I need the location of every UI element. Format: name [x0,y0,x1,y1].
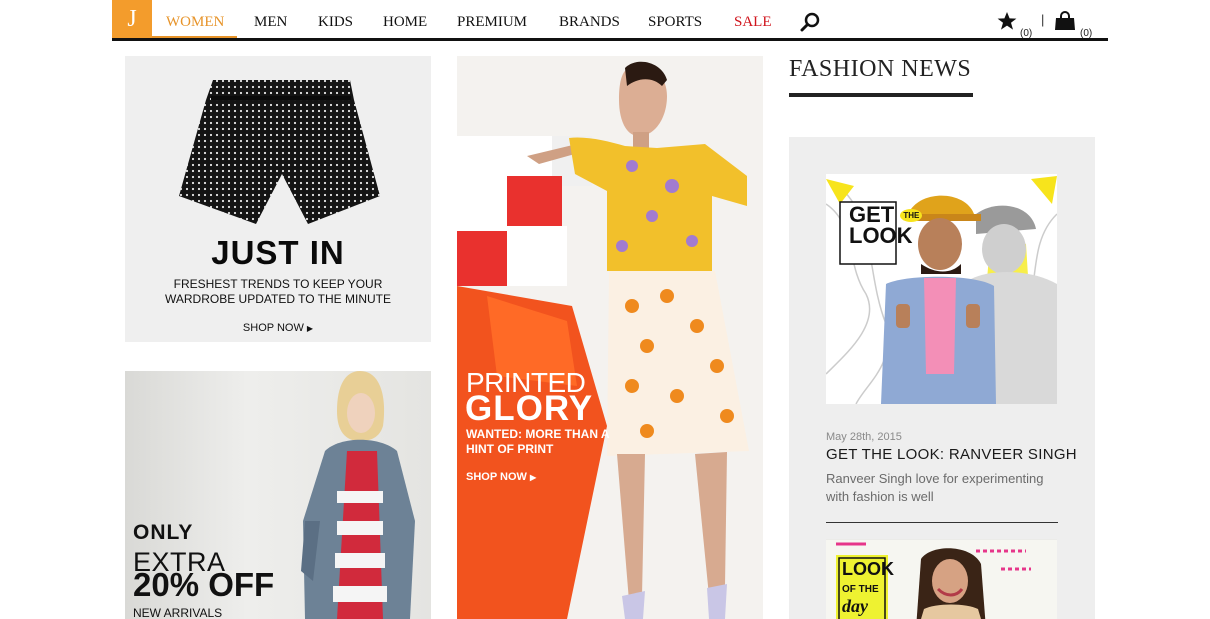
only-brand-logo: ONLY [133,521,194,544]
star-icon [997,12,1017,30]
caret-right-icon: ▶ [306,324,314,333]
badge-look: LOOK [849,223,913,249]
nav-sports[interactable]: SPORTS [648,0,702,38]
badge-day: day [842,596,868,616]
fashion-news-heading: FASHION NEWS [789,56,972,82]
shop-now-label: SHOP NOW [242,322,304,334]
site-logo[interactable]: J [112,0,152,38]
only-sale-banner[interactable]: ONLY EXTRA 20% OFF NEW ARRIVALS [125,371,431,619]
look-of-the-day-article-image[interactable]: LOOK OF THE day [826,539,1057,619]
only-discount-text: 20% OFF [133,566,275,603]
printed-glory-shop-now-link[interactable]: SHOP NOW ▶ [466,471,536,483]
just-in-banner[interactable]: JUST IN FRESHEST TRENDS TO KEEP YOUR WAR… [125,56,431,342]
article-divider [826,522,1058,523]
nav-sale[interactable]: SALE [734,0,772,38]
nav-brands[interactable]: BRANDS [559,0,620,38]
nav-premium[interactable]: PREMIUM [457,0,527,38]
just-in-heading: JUST IN [211,234,345,271]
badge-of-the: OF THE [842,584,879,595]
get-the-look-article-image[interactable]: GET THE LOOK [826,174,1057,404]
model-denim-jacket-image [301,371,415,619]
nav-kids[interactable]: KIDS [318,0,353,38]
caret-right-icon: ▶ [529,473,537,482]
get-the-look-badge: GET THE LOOK [849,204,923,249]
badge-look: LOOK [842,559,894,579]
badge-the: THE [900,209,923,223]
printed-glory-banner[interactable]: PRINTED GLORY WANTED: MORE THAN A HINT O… [457,56,763,619]
search-icon[interactable] [800,12,820,32]
just-in-shop-now-link[interactable]: SHOP NOW ▶ [125,322,431,334]
nav-divider [112,38,1108,41]
nav-home[interactable]: HOME [383,0,427,38]
just-in-subtext: FRESHEST TRENDS TO KEEP YOUR WARDROBE UP… [164,277,392,306]
article-headline[interactable]: GET THE LOOK: RANVEER SINGH [826,446,1077,463]
article-date: May 28th, 2015 [826,431,902,443]
article-description: Ranveer Singh love for experimenting wit… [826,471,1044,504]
wishlist-button[interactable]: (0) [997,11,1032,39]
main-navigation: WOMEN MEN KIDS HOME PREMIUM BRANDS SPORT… [152,0,1108,38]
printed-glory-subtext: WANTED: MORE THAN A HINT OF PRINT [466,427,610,456]
cart-button[interactable]: (0) [1054,11,1092,39]
fashion-news-underline [789,93,973,97]
printed-glory-line2: GLORY [465,389,594,428]
shop-now-label: SHOP NOW [466,471,527,483]
header-divider: | [1041,12,1045,27]
nav-women[interactable]: WOMEN [166,0,224,38]
polka-dot-shorts-image [179,80,380,224]
shopping-bag-icon [1055,11,1075,30]
model-printed-outfit-image [457,61,749,619]
look-of-the-day-badge: LOOK OF THE day [842,559,894,616]
nav-men[interactable]: MEN [254,0,287,38]
only-new-arrivals-text: NEW ARRIVALS [133,606,223,619]
fashion-news-panel: GET THE LOOK May 28th, 2015 GET THE LOOK… [789,137,1095,619]
logo-letter: J [127,5,137,32]
